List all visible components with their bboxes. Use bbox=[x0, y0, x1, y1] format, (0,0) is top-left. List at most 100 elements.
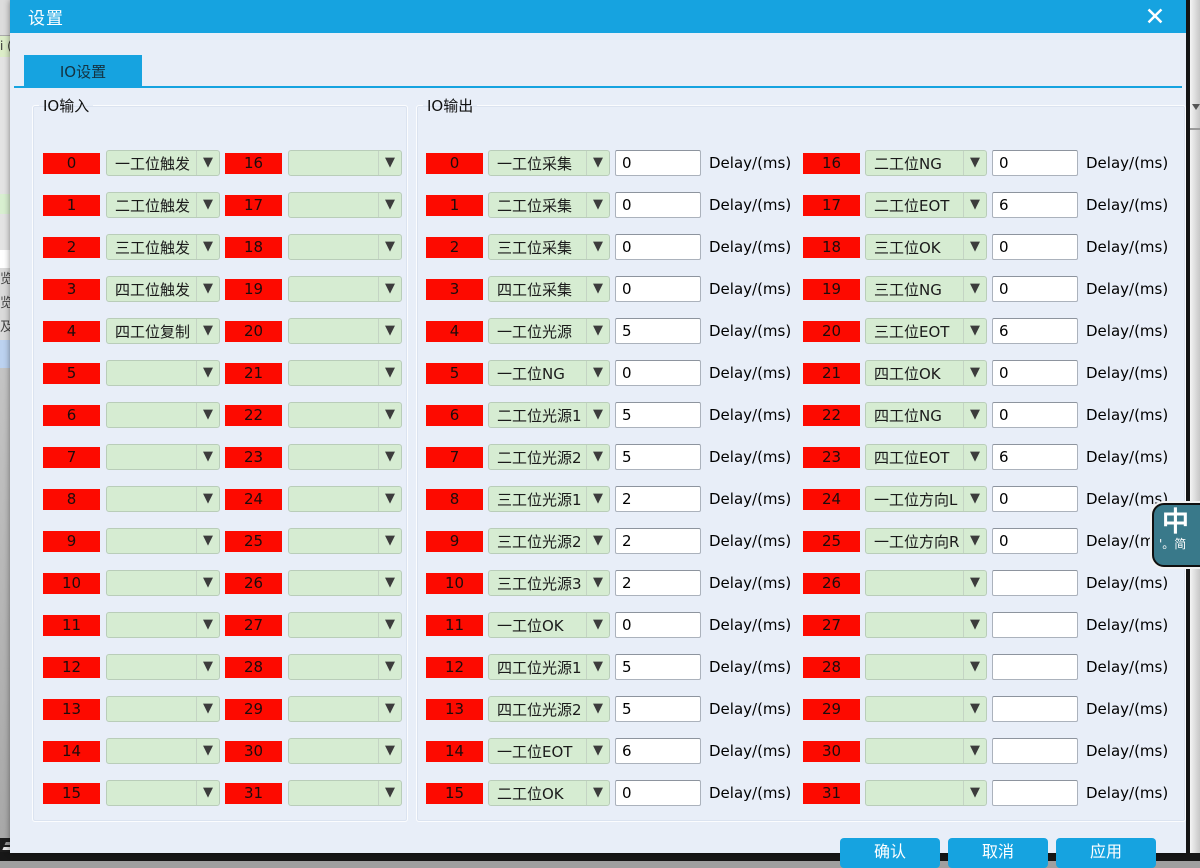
io-output-delay-input-26[interactable] bbox=[992, 570, 1078, 596]
io-input-select-12[interactable]: ▼ bbox=[106, 654, 220, 680]
io-output-delay-input-23[interactable] bbox=[992, 444, 1078, 470]
io-input-select-17[interactable]: ▼ bbox=[288, 192, 402, 218]
io-input-select-24[interactable]: ▼ bbox=[288, 486, 402, 512]
io-output-delay-input-11[interactable] bbox=[615, 612, 701, 638]
io-input-select-19[interactable]: ▼ bbox=[288, 276, 402, 302]
dialog-titlebar[interactable]: 设置 ✕ bbox=[10, 0, 1186, 33]
io-output-delay-input-0[interactable] bbox=[615, 150, 701, 176]
io-input-select-23[interactable]: ▼ bbox=[288, 444, 402, 470]
io-output-select-13[interactable]: 四工位光源2▼ bbox=[488, 696, 610, 722]
io-output-select-4[interactable]: 一工位光源▼ bbox=[488, 318, 610, 344]
io-input-select-29[interactable]: ▼ bbox=[288, 696, 402, 722]
io-input-select-2[interactable]: 三工位触发▼ bbox=[106, 234, 220, 260]
io-output-select-20[interactable]: 三工位EOT▼ bbox=[865, 318, 987, 344]
confirm-button[interactable]: 确认 bbox=[840, 838, 940, 868]
io-output-delay-input-2[interactable] bbox=[615, 234, 701, 260]
io-output-select-14[interactable]: 一工位EOT▼ bbox=[488, 738, 610, 764]
io-input-select-11[interactable]: ▼ bbox=[106, 612, 220, 638]
io-output-select-16[interactable]: 二工位NG▼ bbox=[865, 150, 987, 176]
io-output-select-0[interactable]: 一工位采集▼ bbox=[488, 150, 610, 176]
io-output-select-26[interactable]: ▼ bbox=[865, 570, 987, 596]
io-output-delay-input-12[interactable] bbox=[615, 654, 701, 680]
io-input-select-15[interactable]: ▼ bbox=[106, 780, 220, 806]
io-output-select-7[interactable]: 二工位光源2▼ bbox=[488, 444, 610, 470]
io-input-select-8[interactable]: ▼ bbox=[106, 486, 220, 512]
io-output-delay-input-5[interactable] bbox=[615, 360, 701, 386]
io-output-delay-input-24[interactable] bbox=[992, 486, 1078, 512]
io-input-select-7[interactable]: ▼ bbox=[106, 444, 220, 470]
io-output-select-21[interactable]: 四工位OK▼ bbox=[865, 360, 987, 386]
io-output-delay-input-6[interactable] bbox=[615, 402, 701, 428]
io-output-select-1[interactable]: 二工位采集▼ bbox=[488, 192, 610, 218]
io-input-select-13[interactable]: ▼ bbox=[106, 696, 220, 722]
io-input-select-16[interactable]: ▼ bbox=[288, 150, 402, 176]
io-output-delay-input-1[interactable] bbox=[615, 192, 701, 218]
close-icon[interactable]: ✕ bbox=[1138, 2, 1172, 32]
io-input-select-5[interactable]: ▼ bbox=[106, 360, 220, 386]
io-output-select-2[interactable]: 三工位采集▼ bbox=[488, 234, 610, 260]
io-input-select-18[interactable]: ▼ bbox=[288, 234, 402, 260]
io-output-select-6[interactable]: 二工位光源1▼ bbox=[488, 402, 610, 428]
io-output-select-18[interactable]: 三工位OK▼ bbox=[865, 234, 987, 260]
tab-io-settings[interactable]: IO设置 bbox=[24, 55, 142, 88]
io-output-select-28[interactable]: ▼ bbox=[865, 654, 987, 680]
io-output-select-30[interactable]: ▼ bbox=[865, 738, 987, 764]
io-output-delay-input-7[interactable] bbox=[615, 444, 701, 470]
io-output-select-22[interactable]: 四工位NG▼ bbox=[865, 402, 987, 428]
io-output-delay-input-14[interactable] bbox=[615, 738, 701, 764]
io-output-delay-input-16[interactable] bbox=[992, 150, 1078, 176]
io-output-select-5[interactable]: 一工位NG▼ bbox=[488, 360, 610, 386]
io-input-select-20[interactable]: ▼ bbox=[288, 318, 402, 344]
io-input-select-1[interactable]: 二工位触发▼ bbox=[106, 192, 220, 218]
io-input-select-21[interactable]: ▼ bbox=[288, 360, 402, 386]
io-input-select-4[interactable]: 四工位复制▼ bbox=[106, 318, 220, 344]
io-output-delay-input-30[interactable] bbox=[992, 738, 1078, 764]
io-output-delay-input-8[interactable] bbox=[615, 486, 701, 512]
io-output-select-25[interactable]: 一工位方向R▼ bbox=[865, 528, 987, 554]
io-output-select-29[interactable]: ▼ bbox=[865, 696, 987, 722]
io-output-delay-input-20[interactable] bbox=[992, 318, 1078, 344]
io-output-select-31[interactable]: ▼ bbox=[865, 780, 987, 806]
io-output-delay-input-25[interactable] bbox=[992, 528, 1078, 554]
io-output-select-12[interactable]: 四工位光源1▼ bbox=[488, 654, 610, 680]
io-output-delay-input-3[interactable] bbox=[615, 276, 701, 302]
io-output-select-8[interactable]: 三工位光源1▼ bbox=[488, 486, 610, 512]
io-output-select-23[interactable]: 四工位EOT▼ bbox=[865, 444, 987, 470]
io-output-delay-input-22[interactable] bbox=[992, 402, 1078, 428]
io-output-delay-input-10[interactable] bbox=[615, 570, 701, 596]
io-input-select-30[interactable]: ▼ bbox=[288, 738, 402, 764]
io-input-select-27[interactable]: ▼ bbox=[288, 612, 402, 638]
io-output-select-19[interactable]: 三工位NG▼ bbox=[865, 276, 987, 302]
io-output-select-17[interactable]: 二工位EOT▼ bbox=[865, 192, 987, 218]
io-input-select-31[interactable]: ▼ bbox=[288, 780, 402, 806]
io-input-select-3[interactable]: 四工位触发▼ bbox=[106, 276, 220, 302]
io-output-delay-input-18[interactable] bbox=[992, 234, 1078, 260]
io-output-delay-input-27[interactable] bbox=[992, 612, 1078, 638]
io-output-select-3[interactable]: 四工位采集▼ bbox=[488, 276, 610, 302]
io-output-delay-input-29[interactable] bbox=[992, 696, 1078, 722]
io-input-select-10[interactable]: ▼ bbox=[106, 570, 220, 596]
io-output-select-9[interactable]: 三工位光源2▼ bbox=[488, 528, 610, 554]
io-input-select-14[interactable]: ▼ bbox=[106, 738, 220, 764]
io-output-select-27[interactable]: ▼ bbox=[865, 612, 987, 638]
io-output-select-11[interactable]: 一工位OK▼ bbox=[488, 612, 610, 638]
io-output-delay-input-21[interactable] bbox=[992, 360, 1078, 386]
io-output-delay-input-9[interactable] bbox=[615, 528, 701, 554]
io-output-delay-input-13[interactable] bbox=[615, 696, 701, 722]
io-input-select-25[interactable]: ▼ bbox=[288, 528, 402, 554]
io-output-select-24[interactable]: 一工位方向L▼ bbox=[865, 486, 987, 512]
io-output-delay-input-19[interactable] bbox=[992, 276, 1078, 302]
io-output-select-10[interactable]: 三工位光源3▼ bbox=[488, 570, 610, 596]
io-output-delay-input-28[interactable] bbox=[992, 654, 1078, 680]
io-output-delay-input-17[interactable] bbox=[992, 192, 1078, 218]
apply-button[interactable]: 应用 bbox=[1056, 838, 1156, 868]
io-input-select-26[interactable]: ▼ bbox=[288, 570, 402, 596]
io-output-delay-input-4[interactable] bbox=[615, 318, 701, 344]
io-output-select-15[interactable]: 二工位OK▼ bbox=[488, 780, 610, 806]
io-input-select-22[interactable]: ▼ bbox=[288, 402, 402, 428]
io-output-delay-input-15[interactable] bbox=[615, 780, 701, 806]
io-output-delay-input-31[interactable] bbox=[992, 780, 1078, 806]
ime-widget[interactable]: 中 '。简 bbox=[1152, 503, 1200, 567]
io-input-select-28[interactable]: ▼ bbox=[288, 654, 402, 680]
io-input-select-0[interactable]: 一工位触发▼ bbox=[106, 150, 220, 176]
